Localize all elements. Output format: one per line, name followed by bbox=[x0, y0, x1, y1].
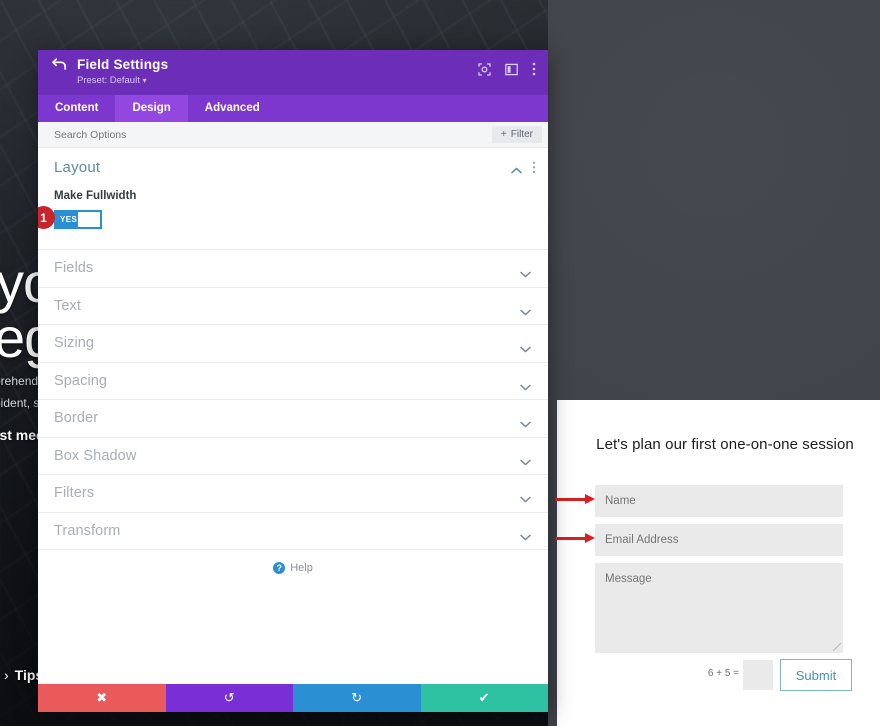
back-arrow-icon[interactable] bbox=[52, 58, 67, 71]
modal-header-icons bbox=[478, 62, 536, 81]
section-text[interactable]: Text bbox=[38, 288, 548, 325]
contact-form-title: Let's plan our first one-on-one session bbox=[596, 436, 854, 453]
redo-button[interactable]: ↻ bbox=[293, 684, 421, 712]
panel-layout-icon[interactable] bbox=[505, 63, 518, 81]
section-filters-label: Filters bbox=[54, 485, 95, 502]
contact-form-card: Let's plan our first one-on-one session … bbox=[557, 400, 880, 726]
chevron-up-icon[interactable] bbox=[511, 161, 522, 179]
section-layout-header[interactable]: Layout bbox=[38, 148, 548, 186]
make-fullwidth-label: Make Fullwidth bbox=[54, 190, 137, 202]
chevron-down-icon[interactable] bbox=[520, 303, 531, 321]
captcha-row: 6 + 5 = Submit bbox=[595, 659, 852, 692]
toggle-knob bbox=[78, 212, 100, 227]
submit-button[interactable]: Submit bbox=[780, 659, 852, 691]
section-text-label: Text bbox=[54, 297, 81, 314]
modal-footer-actions: ✖ ↺ ↻ ✔ bbox=[38, 684, 548, 712]
field-settings-modal: Field Settings Preset: Default ▾ Content… bbox=[38, 50, 548, 712]
chevron-down-icon[interactable] bbox=[520, 340, 531, 358]
more-options-icon[interactable] bbox=[532, 62, 536, 81]
modal-header-title-row: Field Settings bbox=[52, 57, 534, 72]
toggle-yes-label: YES bbox=[60, 215, 78, 224]
section-spacing[interactable]: Spacing bbox=[38, 363, 548, 400]
section-layout-body: Make Fullwidth 1 YES bbox=[38, 186, 548, 249]
chevron-down-icon[interactable] bbox=[520, 453, 531, 471]
chevron-down-icon[interactable] bbox=[520, 378, 531, 396]
section-layout: Layout Make Fullwidth 1 YES bbox=[38, 148, 548, 250]
cancel-button[interactable]: ✖ bbox=[38, 684, 166, 712]
help-link[interactable]: ? Help bbox=[38, 550, 548, 574]
help-label: Help bbox=[290, 562, 313, 574]
chevron-down-icon[interactable] bbox=[520, 415, 531, 433]
section-filters[interactable]: Filters bbox=[38, 475, 548, 513]
section-layout-header-icons bbox=[511, 161, 536, 179]
modal-header: Field Settings Preset: Default ▾ bbox=[38, 50, 548, 95]
filter-button-label: Filter bbox=[510, 129, 533, 140]
filter-button[interactable]: + Filter bbox=[491, 126, 542, 143]
preset-label: Preset: Default bbox=[77, 75, 140, 86]
captcha-input[interactable] bbox=[743, 660, 773, 690]
annotation-arrow-name-field bbox=[555, 494, 595, 504]
tab-advanced[interactable]: Advanced bbox=[188, 95, 277, 122]
tab-content[interactable]: Content bbox=[38, 95, 115, 122]
message-field-wrap bbox=[595, 563, 843, 653]
chevron-down-icon[interactable] bbox=[520, 265, 531, 283]
modal-tabs: Content Design Advanced bbox=[38, 95, 548, 122]
section-box-shadow-label: Box Shadow bbox=[54, 447, 137, 464]
resize-grip-icon[interactable] bbox=[833, 643, 841, 651]
preset-selector[interactable]: Preset: Default ▾ bbox=[77, 75, 534, 86]
modal-body: Layout Make Fullwidth 1 YES Fields Text … bbox=[38, 148, 548, 684]
make-fullwidth-toggle[interactable]: YES bbox=[54, 210, 102, 229]
section-fields-label: Fields bbox=[54, 260, 94, 277]
chevron-right-icon: › bbox=[4, 667, 9, 683]
undo-button[interactable]: ↺ bbox=[165, 684, 293, 712]
annotation-arrow-email-field bbox=[555, 533, 595, 543]
search-options-input[interactable] bbox=[54, 128, 492, 141]
section-border[interactable]: Border bbox=[38, 400, 548, 438]
chevron-down-icon[interactable] bbox=[520, 490, 531, 508]
section-layout-title: Layout bbox=[54, 158, 101, 176]
save-button[interactable]: ✔ bbox=[420, 684, 548, 712]
chevron-down-icon: ▾ bbox=[142, 76, 147, 85]
message-textarea[interactable] bbox=[595, 563, 843, 653]
target-focus-icon[interactable] bbox=[478, 62, 491, 81]
chevron-down-icon[interactable] bbox=[520, 528, 531, 546]
search-options-row: + Filter bbox=[38, 122, 548, 148]
section-fields[interactable]: Fields bbox=[38, 250, 548, 288]
plus-icon: + bbox=[500, 129, 507, 140]
section-more-options-icon[interactable] bbox=[532, 161, 536, 179]
section-border-label: Border bbox=[54, 410, 99, 427]
make-fullwidth-toggle-wrap: 1 YES bbox=[38, 206, 102, 229]
section-sizing-label: Sizing bbox=[54, 335, 95, 352]
section-box-shadow[interactable]: Box Shadow bbox=[38, 438, 548, 475]
modal-title: Field Settings bbox=[77, 57, 169, 72]
help-question-icon: ? bbox=[273, 562, 286, 574]
section-spacing-label: Spacing bbox=[54, 372, 108, 389]
section-transform-label: Transform bbox=[54, 522, 121, 539]
name-input[interactable] bbox=[595, 485, 843, 517]
section-sizing[interactable]: Sizing bbox=[38, 325, 548, 363]
tab-design[interactable]: Design bbox=[115, 95, 188, 122]
email-input[interactable] bbox=[595, 524, 843, 556]
section-transform[interactable]: Transform bbox=[38, 513, 548, 550]
captcha-question: 6 + 5 = bbox=[707, 668, 739, 679]
step-badge-1: 1 bbox=[38, 206, 55, 229]
page-root: yo eg prehender pident, sun rst mee ›Tip… bbox=[0, 0, 880, 726]
